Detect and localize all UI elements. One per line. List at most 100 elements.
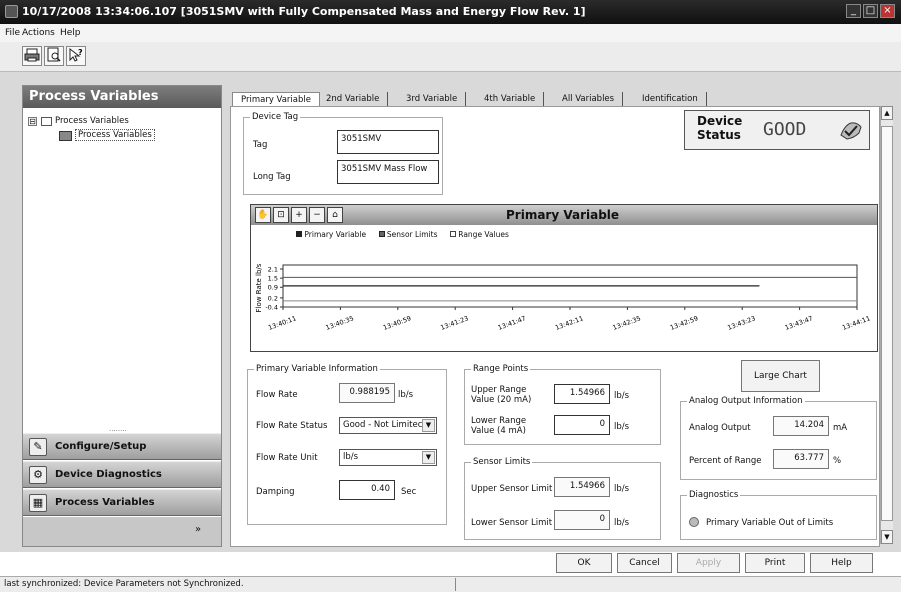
flow-rate-label: Flow Rate (256, 390, 298, 400)
nav-configure-setup[interactable]: ✎ Configure/Setup (23, 433, 221, 460)
nav-overflow-icon[interactable]: » (195, 524, 201, 535)
chart-legend: Primary Variable Sensor Limits Range Val… (296, 230, 509, 239)
minimize-button[interactable]: _ (846, 4, 861, 18)
print-preview-icon[interactable] (44, 46, 64, 66)
upper-sensor-limit-unit: lb/s (614, 484, 630, 494)
whats-this-help-icon[interactable]: ? (66, 46, 86, 66)
chart-header: ✋ ⊡ + − ⌂ Primary Variable (251, 205, 877, 225)
damping-label: Damping (256, 487, 295, 497)
damping-field[interactable]: 0.40 (339, 480, 395, 500)
scroll-down-icon[interactable]: ▼ (881, 530, 893, 544)
maximize-button[interactable]: □ (863, 4, 878, 18)
pane-title: Process Variables (23, 86, 221, 108)
analog-output-field: 14.204 (773, 416, 829, 436)
folder-icon (41, 117, 52, 126)
close-button[interactable]: × (880, 4, 895, 18)
status-ok-icon (837, 117, 865, 145)
x-tick-label: 13:40:59 (382, 314, 412, 332)
sync-status-text: last synchronized: Device Parameters not… (4, 579, 244, 589)
print-button[interactable]: Print (745, 553, 805, 573)
cancel-button[interactable]: Cancel (617, 553, 672, 573)
x-tick-label: 13:41:23 (439, 314, 469, 332)
y-tick-label: -0.4 (265, 304, 278, 312)
nav-process-variables[interactable]: ▦ Process Variables (23, 489, 221, 516)
x-tick-label: 13:42:11 (554, 314, 584, 332)
diagnostics-icon: ⚙ (29, 466, 47, 484)
reset-home-icon[interactable]: ⌂ (327, 207, 343, 223)
apply-button[interactable]: Apply (677, 553, 740, 573)
tab-primary-variable[interactable]: Primary Variable (232, 92, 320, 107)
tab-3rd-variable[interactable]: 3rd Variable (398, 92, 467, 107)
menu-actions[interactable]: Actions (22, 28, 55, 38)
scroll-up-icon[interactable]: ▲ (881, 106, 893, 120)
status-led-icon (689, 517, 699, 527)
ok-button[interactable]: OK (556, 553, 612, 573)
device-status-value: GOOD (763, 119, 807, 140)
tab-2nd-variable[interactable]: 2nd Variable (318, 92, 389, 107)
pane-splitter-grip[interactable]: ........ (109, 425, 127, 433)
tree-item-process-variables[interactable]: Process Variables (59, 129, 155, 141)
chevron-down-icon: ▼ (422, 419, 435, 432)
process-variables-icon: ▦ (29, 494, 47, 512)
menu-help[interactable]: Help (60, 28, 81, 38)
device-status-box: Device Status GOOD (684, 110, 870, 150)
upper-sensor-limit-field: 1.54966 (554, 477, 610, 497)
x-tick-label: 13:41:47 (497, 314, 527, 332)
zoom-box-icon[interactable]: ⊡ (273, 207, 289, 223)
tab-identification[interactable]: Identification (634, 92, 707, 107)
x-tick-label: 13:40:11 (267, 314, 297, 332)
lower-sensor-limit-label: Lower Sensor Limit (471, 518, 553, 528)
pan-hand-icon[interactable]: ✋ (255, 207, 271, 223)
percent-of-range-field: 63.777 (773, 449, 829, 469)
tab-all-variables[interactable]: All Variables (554, 92, 624, 107)
tree-root-process-variables[interactable]: Process Variables (41, 116, 129, 126)
process-variables-icon (59, 131, 72, 141)
large-chart-button[interactable]: Large Chart (741, 360, 820, 392)
pv-info-group-label: Primary Variable Information (254, 364, 380, 374)
chart-title: Primary Variable (506, 208, 620, 222)
flow-rate-unit-label-2: Flow Rate Unit (256, 453, 318, 463)
zoom-out-icon[interactable]: − (309, 207, 325, 223)
lower-range-label: Lower Range Value (4 mA) (471, 416, 527, 436)
navigation-pane: Process Variables ⊟ Process Variables Pr… (22, 85, 222, 547)
chart-plot-area: Flow Rate lb/s 2.11.50.9 0.2 -0.4 13:40:11 13… (255, 263, 871, 332)
y-tick-label: 1.5 (268, 275, 278, 283)
y-tick-label: 2.1 (268, 266, 278, 274)
long-tag-label: Long Tag (253, 172, 291, 182)
primary-variable-chart: ✋ ⊡ + − ⌂ Primary Variable Primary Varia… (250, 204, 878, 352)
analog-output-unit: mA (833, 423, 848, 433)
legend-range-values: Range Values (449, 230, 509, 239)
menu-file[interactable]: File (5, 28, 20, 38)
status-bar: last synchronized: Device Parameters not… (0, 576, 901, 592)
tab-4th-variable[interactable]: 4th Variable (476, 92, 545, 107)
device-tag-group-label: Device Tag (250, 112, 301, 122)
tag-field[interactable]: 3051SMV (337, 130, 439, 154)
flow-rate-status-select[interactable]: Good - Not Limitec ▼ (339, 417, 437, 434)
range-points-group-label: Range Points (471, 364, 531, 374)
nav-device-diagnostics[interactable]: ⚙ Device Diagnostics (23, 461, 221, 488)
flow-rate-field: 0.988195 (339, 383, 395, 403)
flow-rate-unit-select[interactable]: lb/s ▼ (339, 449, 437, 466)
flow-rate-unit-label: lb/s (398, 390, 414, 400)
upper-range-field[interactable]: 1.54966 (554, 384, 610, 404)
help-button[interactable]: Help (810, 553, 873, 573)
vertical-scrollbar[interactable]: ▲ ▼ (880, 106, 893, 544)
tree-expander[interactable]: ⊟ (28, 117, 37, 126)
legend-sensor-limits: Sensor Limits (378, 230, 438, 239)
zoom-in-icon[interactable]: + (291, 207, 307, 223)
y-tick-label: 0.9 (268, 284, 278, 292)
app-icon (5, 5, 18, 18)
x-tick-label: 13:42:35 (612, 314, 642, 332)
lower-range-field[interactable]: 0 (554, 415, 610, 435)
tag-label: Tag (253, 140, 268, 150)
nav-overflow: » (23, 517, 221, 546)
printer-icon[interactable] (22, 46, 42, 66)
y-tick-label: 0.2 (268, 294, 278, 302)
x-tick-label: 13:43:47 (784, 314, 814, 332)
long-tag-field[interactable]: 3051SMV Mass Flow (337, 160, 439, 184)
device-status-label: Device Status (697, 114, 743, 142)
x-tick-label: 13:40:35 (325, 314, 355, 332)
diagnostics-group-label: Diagnostics (687, 490, 741, 500)
svg-text:?: ? (78, 48, 83, 57)
scroll-thumb[interactable] (881, 126, 893, 521)
